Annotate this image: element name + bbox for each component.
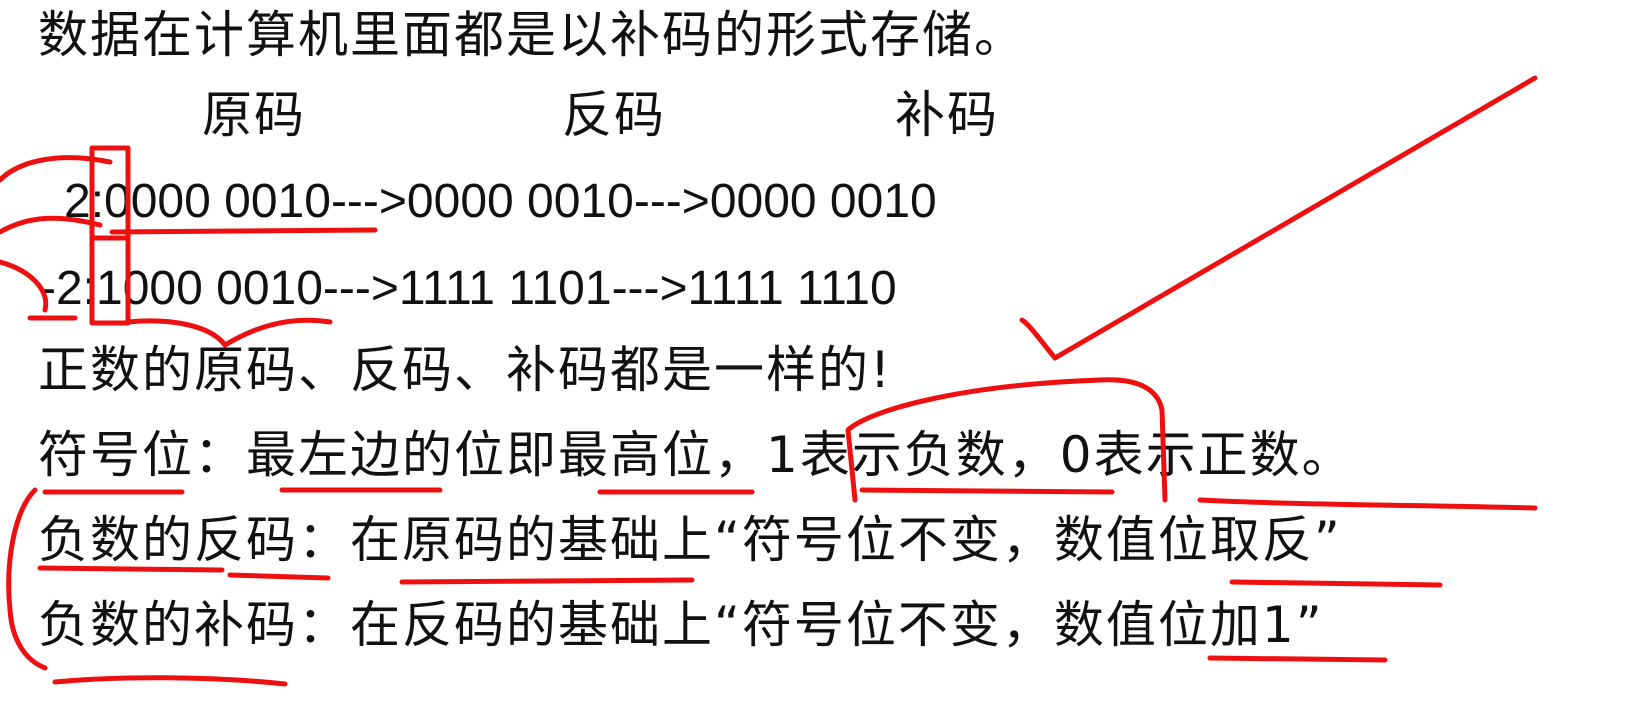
- highlight-bracket: [845, 377, 1168, 503]
- underline: [222, 317, 333, 348]
- bracket-stroke: [0, 259, 49, 313]
- underline: [859, 487, 1115, 495]
- underline: [52, 675, 288, 687]
- underline: [109, 227, 378, 235]
- underline: [1207, 655, 1388, 663]
- underline: [1197, 497, 1538, 511]
- underline: [37, 565, 225, 573]
- bracket-stroke: [0, 215, 103, 235]
- underline: [1229, 579, 1443, 588]
- red-annotations: [0, 75, 1538, 687]
- underline: [227, 572, 331, 581]
- bracket-stroke: [6, 487, 48, 671]
- underline: [399, 577, 695, 585]
- document-page: 数据在计算机里面都是以补码的形式存储。 原码 反码 补码 2:0000 0010…: [0, 0, 1631, 714]
- arrow-stroke: [1019, 75, 1538, 361]
- underline: [125, 318, 228, 348]
